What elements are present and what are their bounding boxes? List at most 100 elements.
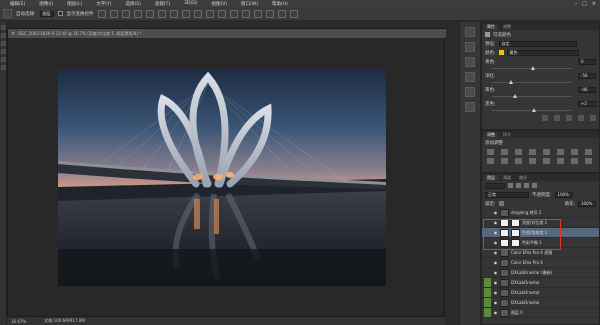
3d-rotate-icon[interactable]: [241, 9, 250, 18]
menu-item[interactable]: 编辑(E): [10, 1, 25, 7]
eye-icon[interactable]: ◉: [493, 280, 498, 285]
slider-thumb[interactable]: [531, 108, 536, 112]
channel-mixer-icon[interactable]: [501, 157, 508, 164]
layer-filter-dropdown[interactable]: [485, 182, 505, 189]
3d-roll-icon[interactable]: [253, 9, 262, 18]
paragraph-icon[interactable]: [465, 87, 475, 97]
fill-field[interactable]: 100%: [578, 200, 596, 207]
slider-value-field[interactable]: 0: [578, 58, 596, 65]
black-white-icon[interactable]: [585, 148, 592, 155]
exposure-icon[interactable]: [529, 148, 536, 155]
tab-adjust[interactable]: 调整: [500, 24, 514, 30]
tab-properties[interactable]: 属性: [484, 24, 498, 30]
eraser-tool-icon[interactable]: [1, 65, 6, 70]
distribute-top-icon[interactable]: [169, 9, 178, 18]
blend-mode-dropdown[interactable]: 正常: [485, 191, 529, 198]
tab-layers[interactable]: 图层: [484, 175, 498, 181]
menu-item[interactable]: 滤镜(T): [155, 1, 170, 7]
selective-color-icon[interactable]: [585, 157, 592, 164]
delete-icon[interactable]: [590, 114, 596, 121]
eye-icon[interactable]: ◉: [493, 260, 498, 265]
filter-type-icon[interactable]: [524, 183, 529, 188]
slider-value-field[interactable]: -46: [578, 86, 596, 93]
zoom-level[interactable]: 16.67%: [11, 319, 26, 324]
layer-row[interactable]: ◉ Color Efex Pro 4 滤镜: [482, 248, 599, 258]
color-balance-icon[interactable]: [571, 148, 578, 155]
view-previous-icon[interactable]: [554, 114, 560, 121]
3d-slide-icon[interactable]: [277, 9, 286, 18]
layer-row[interactable]: ◉ 色相/饱和度 1: [482, 228, 599, 238]
clip-icon[interactable]: [542, 114, 548, 121]
tab-adjustments[interactable]: 调整: [484, 132, 498, 138]
move-tool-icon[interactable]: [3, 9, 12, 18]
slider-thumb[interactable]: [513, 94, 518, 98]
reset-icon[interactable]: [566, 114, 572, 121]
lasso-tool-icon[interactable]: [1, 41, 6, 46]
show-transform-checkbox[interactable]: [57, 11, 63, 16]
close-icon[interactable]: ×: [592, 1, 596, 7]
brush-tool-icon[interactable]: [1, 57, 6, 62]
layer-row[interactable]: ◉ DXLabOnestar: [482, 288, 599, 298]
color-lookup-icon[interactable]: [515, 157, 522, 164]
eye-icon[interactable]: ◉: [493, 230, 498, 235]
swatches-icon[interactable]: [465, 102, 475, 112]
brightness-contrast-icon[interactable]: [487, 148, 494, 155]
adjustments-icon[interactable]: [465, 57, 475, 67]
menu-item[interactable]: 窗口(W): [241, 1, 258, 7]
crop-tool-icon[interactable]: [1, 49, 6, 54]
eye-icon[interactable]: ◉: [493, 300, 498, 305]
eye-icon[interactable]: ◉: [493, 210, 498, 215]
filter-pixel-icon[interactable]: [508, 183, 513, 188]
menu-item[interactable]: 3D(D): [184, 1, 197, 6]
tab-paths[interactable]: 路径: [516, 175, 530, 181]
layer-row[interactable]: ◉ 图层 0: [482, 308, 599, 318]
history-icon[interactable]: [465, 27, 475, 37]
align-left-icon[interactable]: [133, 9, 142, 18]
character-icon[interactable]: [465, 72, 475, 82]
adjustment-slider[interactable]: [492, 80, 572, 85]
menu-item[interactable]: 文字(Y): [96, 1, 111, 7]
posterize-icon[interactable]: [543, 157, 550, 164]
levels-icon[interactable]: [501, 148, 508, 155]
eye-icon[interactable]: ◉: [493, 290, 498, 295]
layer-row[interactable]: ◉ DXLabOnestar: [482, 278, 599, 288]
slider-value-field[interactable]: -56: [578, 72, 596, 79]
vibrance-icon[interactable]: [543, 148, 550, 155]
eye-icon[interactable]: ◉: [493, 270, 498, 275]
auto-select-dropdown[interactable]: 图层: [39, 10, 54, 17]
adjustment-slider[interactable]: [492, 66, 572, 71]
adjustment-slider[interactable]: [492, 108, 572, 113]
threshold-icon[interactable]: [557, 157, 564, 164]
photo-filter-icon[interactable]: [487, 157, 494, 164]
move-tool-icon[interactable]: [1, 25, 6, 30]
hue-saturation-icon[interactable]: [557, 148, 564, 155]
opacity-field[interactable]: 100%: [554, 191, 573, 198]
distribute-right-icon[interactable]: [229, 9, 238, 18]
eye-icon[interactable]: ◉: [493, 310, 498, 315]
distribute-center-icon[interactable]: [217, 9, 226, 18]
distribute-bottom-icon[interactable]: [193, 9, 202, 18]
filter-adjust-icon[interactable]: [516, 183, 521, 188]
menu-item[interactable]: 选择(S): [126, 1, 141, 7]
align-center-icon[interactable]: [145, 9, 154, 18]
eye-icon[interactable]: ◉: [493, 240, 498, 245]
visibility-icon[interactable]: [578, 114, 584, 121]
tab-styles[interactable]: 样式: [500, 132, 514, 138]
menu-item[interactable]: 视图(V): [211, 1, 227, 7]
slider-thumb[interactable]: [509, 80, 514, 84]
slider-thumb[interactable]: [531, 66, 535, 70]
document-tab[interactable]: × DSC_2003-1826-9 (2).tif @ 16.7% (亮度/对比…: [8, 29, 446, 38]
close-tab-icon[interactable]: ×: [11, 31, 15, 37]
eye-icon[interactable]: ◉: [493, 220, 498, 225]
invert-icon[interactable]: [529, 157, 536, 164]
marquee-tool-icon[interactable]: [1, 33, 6, 38]
3d-pan-icon[interactable]: [265, 9, 274, 18]
adjustment-slider[interactable]: [492, 94, 572, 99]
colors-dropdown[interactable]: 黄色: [506, 49, 579, 56]
align-bottom-icon[interactable]: [121, 9, 130, 18]
align-right-icon[interactable]: [157, 9, 166, 18]
layer-row[interactable]: ◉ DXLabOnestar (最新): [482, 268, 599, 278]
minimize-icon[interactable]: –: [575, 1, 578, 7]
eye-icon[interactable]: ◉: [493, 250, 498, 255]
align-top-icon[interactable]: [97, 9, 106, 18]
